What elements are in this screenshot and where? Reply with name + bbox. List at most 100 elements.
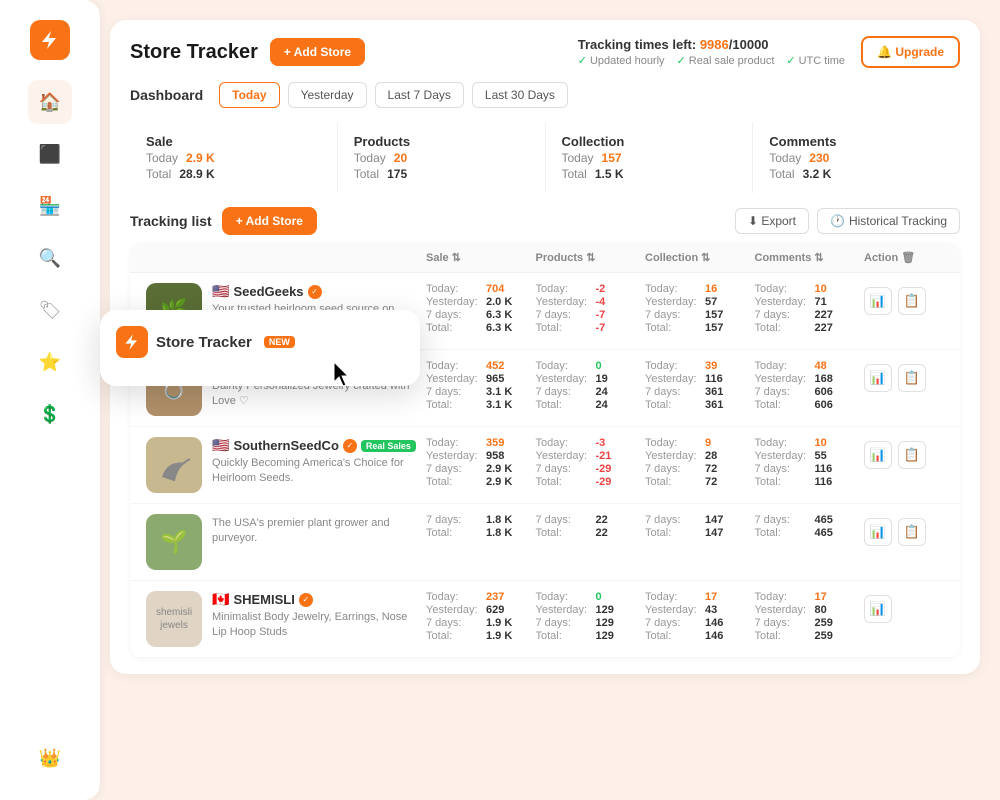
- comments-col: 7 days:465 Total:465: [755, 514, 865, 539]
- chart-button[interactable]: 📊: [864, 441, 892, 469]
- tracking-sub: ✓ Updated hourly ✓ Real sale product ✓ U…: [578, 54, 845, 67]
- historical-tracking-button[interactable]: 🕐 Historical Tracking: [817, 208, 960, 234]
- export-store-button[interactable]: 📋: [898, 441, 926, 469]
- th-action: Action 🗑: [864, 251, 944, 264]
- store-flag: 🇺🇸: [212, 437, 229, 454]
- products-col: Today:0 Yesterday:129 7 days:129 Total:1…: [536, 591, 646, 642]
- verified-badge: ✓: [308, 285, 322, 299]
- stat-collection-total: Total 1.5 K: [562, 167, 737, 181]
- comments-col: Today:10 Yesterday:55 7 days:116 Total:1…: [755, 437, 865, 488]
- store-desc: Quickly Becoming America's Choice for He…: [212, 456, 412, 487]
- export-store-button[interactable]: 📋: [898, 518, 926, 546]
- sale-col: Today:359 Yesterday:958 7 days:2.9 K Tot…: [426, 437, 536, 488]
- products-col: Today:-3 Yesterday:-21 7 days:-29 Total:…: [536, 437, 646, 488]
- export-store-button[interactable]: 📋: [898, 287, 926, 315]
- store-name: SouthernSeedCo: [233, 438, 338, 453]
- real-sales-badge: Real Sales: [361, 440, 416, 452]
- popup-new-badge: NEW: [264, 336, 295, 348]
- export-store-button[interactable]: 📋: [898, 364, 926, 392]
- store-desc: Minimalist Body Jewelry, Earrings, Nose …: [212, 610, 412, 641]
- store-flag: 🇺🇸: [212, 283, 229, 300]
- sale-col: Today:237 Yesterday:629 7 days:1.9 K Tot…: [426, 591, 536, 642]
- tracking-list-label: Tracking list: [130, 213, 212, 229]
- history-icon: 🕐: [830, 214, 845, 228]
- stat-sale: Sale Today 2.9 K Total 28.9 K: [130, 122, 337, 193]
- table-row: 🌱 The USA's premier plant grower and pur…: [130, 504, 960, 581]
- chart-button[interactable]: 📊: [864, 364, 892, 392]
- collection-col: Today:39 Yesterday:116 7 days:361 Total:…: [645, 360, 755, 411]
- store-thumb: 🌱: [146, 514, 202, 570]
- sort-icon: ⇅: [586, 251, 595, 264]
- stat-comments-total: Total 3.2 K: [769, 167, 944, 181]
- th-products: Products ⇅: [536, 251, 646, 264]
- tab-last30days[interactable]: Last 30 Days: [472, 82, 568, 108]
- store-name: SeedGeeks: [233, 284, 303, 299]
- sidebar-item-dollar[interactable]: 💲: [28, 392, 72, 436]
- tracking-table: Sale ⇅ Products ⇅ Collection ⇅ Comments …: [130, 243, 960, 658]
- stat-comments: Comments Today 230 Total 3.2 K: [753, 122, 960, 193]
- sidebar-item-home[interactable]: 🏠: [28, 80, 72, 124]
- sort-icon: ⇅: [814, 251, 823, 264]
- sale-col: Today:452 Yesterday:965 7 days:3.1 K Tot…: [426, 360, 536, 411]
- store-details: The USA's premier plant grower and purve…: [212, 514, 426, 547]
- table-row: shemisli jewels 🇨🇦 SHEMISLI ✓ Minimalist…: [130, 581, 960, 658]
- collection-col: Today:16 Yesterday:57 7 days:157 Total:1…: [645, 283, 755, 334]
- stat-products-today: Today 20: [354, 151, 529, 165]
- tab-today[interactable]: Today: [219, 82, 279, 108]
- table-row: 🇺🇸 SouthernSeedCo ✓ Real Sales Quickly B…: [130, 427, 960, 504]
- sidebar-item-archive[interactable]: ⬛: [28, 132, 72, 176]
- collection-col: 7 days:147 Total:147: [645, 514, 755, 539]
- store-details: 🇨🇦 SHEMISLI ✓ Minimalist Body Jewelry, E…: [212, 591, 426, 641]
- popup-card: Store Tracker NEW: [100, 310, 420, 386]
- stat-products-total: Total 175: [354, 167, 529, 181]
- upgrade-button[interactable]: 🔔 Upgrade: [861, 36, 960, 68]
- store-name-row: 🇨🇦 SHEMISLI ✓: [212, 591, 426, 608]
- sidebar-item-crown[interactable]: 👑: [28, 736, 72, 780]
- comments-col: Today:17 Yesterday:80 7 days:259 Total:2…: [755, 591, 865, 642]
- popup-header: Store Tracker NEW: [116, 326, 404, 358]
- popup-title: Store Tracker: [156, 334, 252, 351]
- stat-sale-total: Total 28.9 K: [146, 167, 321, 181]
- dashboard-label: Dashboard: [130, 87, 203, 103]
- stat-sale-today: Today 2.9 K: [146, 151, 321, 165]
- store-name-row: 🇺🇸 SeedGeeks ✓: [212, 283, 426, 300]
- tracking-info: Tracking times left: 9986/10000 ✓ Update…: [578, 37, 845, 67]
- tracking-add-store-button[interactable]: + Add Store: [222, 207, 317, 235]
- tab-yesterday[interactable]: Yesterday: [288, 82, 367, 108]
- main-content: Store Tracker + Add Store Tracking times…: [110, 20, 980, 780]
- sidebar-item-star[interactable]: ⭐: [28, 340, 72, 384]
- tab-last7days[interactable]: Last 7 Days: [375, 82, 464, 108]
- chart-button[interactable]: 📊: [864, 518, 892, 546]
- sidebar-item-shop[interactable]: 🏪: [28, 184, 72, 228]
- action-col: 📊 📋: [864, 437, 944, 469]
- action-col: 📊 📋: [864, 514, 944, 546]
- th-store: [146, 251, 426, 264]
- stat-comments-today: Today 230: [769, 151, 944, 165]
- store-thumb: shemisli jewels: [146, 591, 202, 647]
- app-logo: [30, 20, 70, 60]
- store-details: 🇺🇸 SouthernSeedCo ✓ Real Sales Quickly B…: [212, 437, 426, 487]
- collection-col: Today:17 Yesterday:43 7 days:146 Total:1…: [645, 591, 755, 642]
- tracker-header: Store Tracker + Add Store Tracking times…: [130, 36, 960, 68]
- store-info-shemisli: shemisli jewels 🇨🇦 SHEMISLI ✓ Minimalist…: [146, 591, 426, 647]
- store-info-southern: 🇺🇸 SouthernSeedCo ✓ Real Sales Quickly B…: [146, 437, 426, 493]
- action-col: 📊: [864, 591, 944, 623]
- sidebar: 🏠 ⬛ 🏪 🔍 🏷 ⭐ 💲 👑: [0, 0, 100, 800]
- stat-collection-today: Today 157: [562, 151, 737, 165]
- title-area: Store Tracker + Add Store: [130, 38, 365, 66]
- sort-icon: ⇅: [452, 251, 461, 264]
- verified-badge: ✓: [343, 439, 357, 453]
- export-button[interactable]: ⬇ Export: [735, 208, 809, 234]
- th-sale: Sale ⇅: [426, 251, 536, 264]
- chart-button[interactable]: 📊: [864, 595, 892, 623]
- products-col: 7 days:22 Total:22: [536, 514, 646, 539]
- chart-button[interactable]: 📊: [864, 287, 892, 315]
- products-col: Today:0 Yesterday:19 7 days:24 Total:24: [536, 360, 646, 411]
- store-info-plant: 🌱 The USA's premier plant grower and pur…: [146, 514, 426, 570]
- tracking-sub-utc: ✓ UTC time: [786, 54, 845, 67]
- action-col: 📊 📋: [864, 283, 944, 315]
- sidebar-item-tag[interactable]: 🏷: [28, 288, 72, 332]
- sidebar-item-search[interactable]: 🔍: [28, 236, 72, 280]
- add-store-button[interactable]: + Add Store: [270, 38, 365, 66]
- action-col: 📊 📋: [864, 360, 944, 392]
